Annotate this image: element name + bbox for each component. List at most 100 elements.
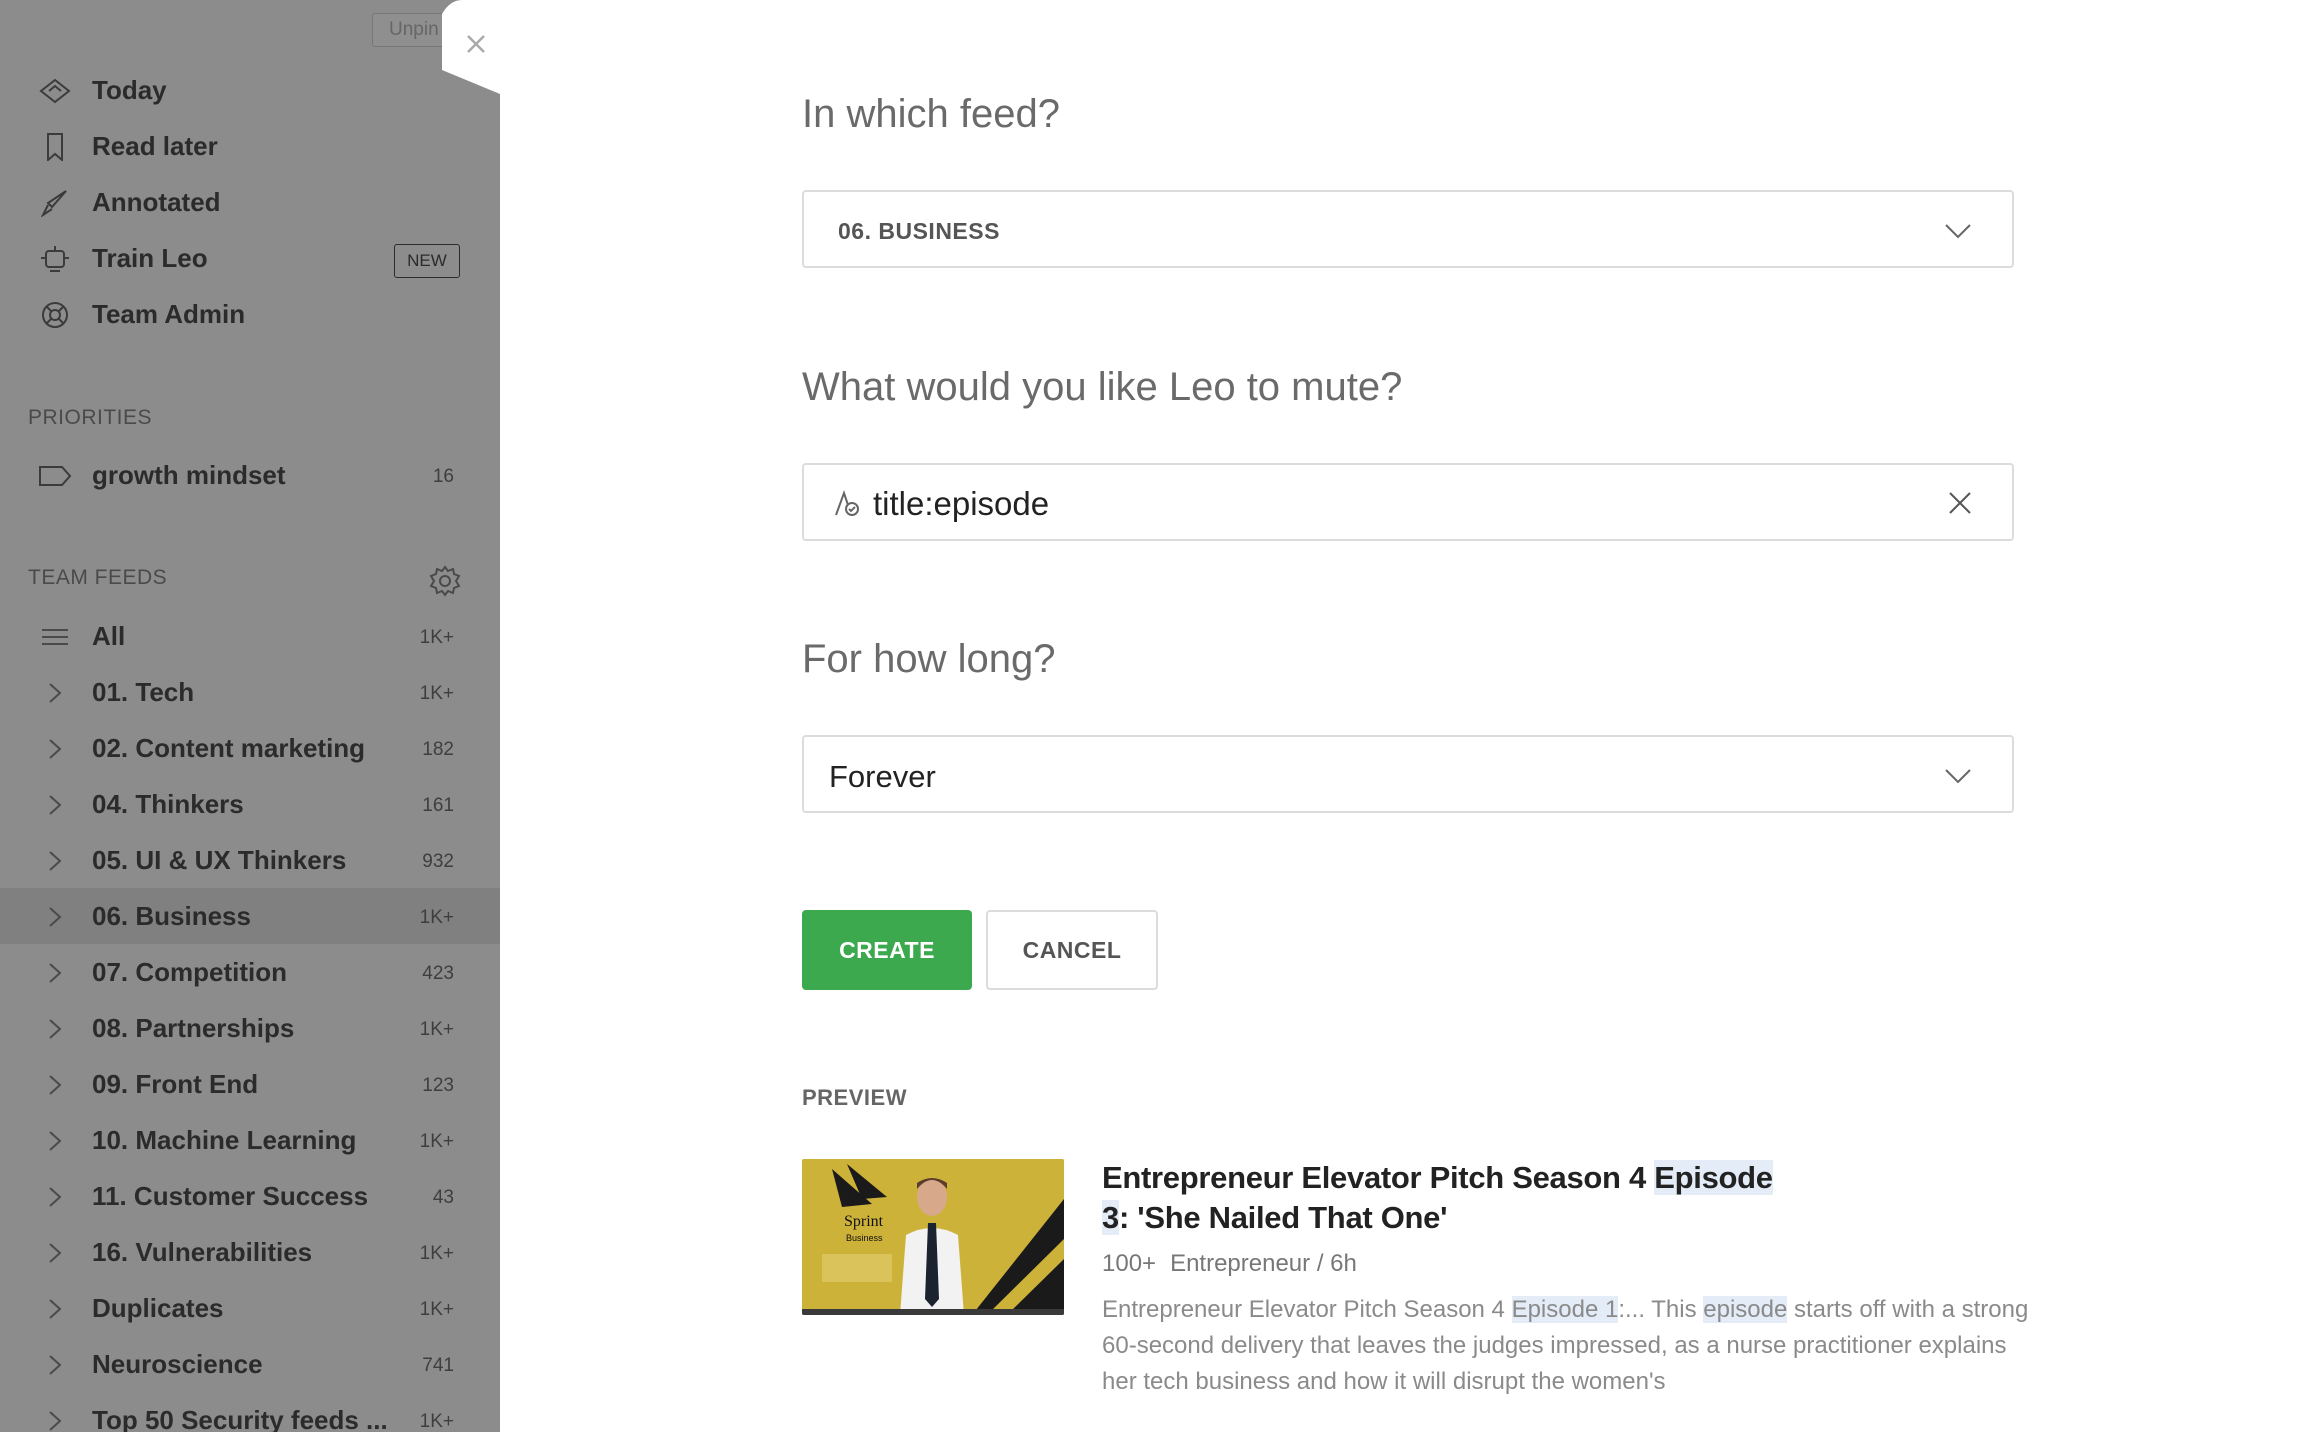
feed-item[interactable]: 16. Vulnerabilities 1K+ xyxy=(0,1224,500,1280)
feed-label: Duplicates xyxy=(92,1293,224,1323)
clear-icon[interactable] xyxy=(1948,491,1972,515)
snippet-highlight-2: episode xyxy=(1703,1296,1788,1323)
thumb-brand: Sprint xyxy=(844,1213,884,1230)
article-snippet: Entrepreneur Elevator Pitch Season 4 Epi… xyxy=(1102,1292,2032,1436)
feed-count: 932 xyxy=(422,851,454,872)
feed-label: 06. Business xyxy=(92,901,251,931)
lifebuoy-icon xyxy=(42,302,68,328)
article-thumbnail[interactable]: Sprint Business xyxy=(802,1159,1064,1315)
priority-item-growth-mindset[interactable]: growth mindset 16 xyxy=(0,447,500,503)
chevron-right-icon[interactable] xyxy=(48,850,62,872)
chevron-right-icon[interactable] xyxy=(48,906,62,928)
feed-count: 1K+ xyxy=(419,1299,454,1320)
feed-count: 1K+ xyxy=(419,1411,454,1432)
feed-label: 09. Front End xyxy=(92,1069,259,1099)
chevron-right-icon[interactable] xyxy=(48,1130,62,1152)
feed-item[interactable]: 06. Business 1K+ xyxy=(0,888,500,944)
feed-count: 1K+ xyxy=(419,1243,454,1264)
feed-item[interactable]: 05. UI & UX Thinkers 932 xyxy=(0,832,500,888)
feed-count: 182 xyxy=(422,739,454,760)
feed-item[interactable]: 11. Customer Success 43 xyxy=(0,1168,500,1224)
article-engagement-count: 100+ xyxy=(1102,1250,1157,1277)
nav-item-read-later[interactable]: Read later xyxy=(0,119,500,175)
feed-item[interactable]: 08. Partnerships 1K+ xyxy=(0,1000,500,1056)
title-text-1: Entrepreneur Elevator Pitch Season 4 xyxy=(1102,1160,1655,1195)
create-button[interactable]: CREATE xyxy=(802,910,972,990)
feed-item[interactable]: 02. Content marketing 182 xyxy=(0,720,500,776)
nav-label-read-later: Read later xyxy=(92,131,218,161)
chevron-right-icon[interactable] xyxy=(48,738,62,760)
feed-label: Neuroscience xyxy=(92,1349,263,1379)
chevron-right-icon[interactable] xyxy=(48,1018,62,1040)
feed-label: 05. UI & UX Thinkers xyxy=(92,845,347,875)
article-title[interactable]: Entrepreneur Elevator Pitch Season 4 Epi… xyxy=(1102,1158,1802,1238)
feed-question: In which feed? xyxy=(802,92,1060,136)
mute-rule-input[interactable]: title:episode xyxy=(802,463,2014,541)
feed-item[interactable]: Top 50 Security feeds ... 1K+ xyxy=(0,1392,500,1432)
cancel-button[interactable]: CANCEL xyxy=(986,910,1158,990)
feed-item[interactable]: 09. Front End 123 xyxy=(0,1056,500,1112)
feed-label: 04. Thinkers xyxy=(92,789,244,819)
title-highlight-2: 3 xyxy=(1102,1200,1119,1235)
feed-item[interactable]: Duplicates 1K+ xyxy=(0,1280,500,1336)
feed-count: 43 xyxy=(432,1187,454,1208)
chevron-down-icon xyxy=(1945,224,1971,239)
team-feeds-heading: TEAM FEEDS xyxy=(28,566,168,589)
nav-item-annotated[interactable]: Annotated xyxy=(0,175,500,231)
chevron-right-icon[interactable] xyxy=(48,1186,62,1208)
duration-select[interactable]: Forever xyxy=(802,735,2014,813)
title-highlight-1: Episode xyxy=(1654,1160,1773,1195)
chevron-right-icon[interactable] xyxy=(48,1074,62,1096)
nav-item-today[interactable]: Today xyxy=(0,63,500,119)
title-text-2: : 'She Nailed That One' xyxy=(1118,1200,1448,1235)
today-icon xyxy=(39,78,71,104)
feed-label: All xyxy=(92,621,126,651)
feed-count: 1K+ xyxy=(419,907,454,928)
feed-item[interactable]: 07. Competition 423 xyxy=(0,944,500,1000)
chevron-down-icon xyxy=(1945,769,1971,784)
article-source[interactable]: Entrepreneur / 6h xyxy=(1170,1250,1357,1277)
feed-count: 1K+ xyxy=(419,627,454,648)
chevron-right-icon[interactable] xyxy=(48,962,62,984)
highlighter-icon xyxy=(40,190,67,217)
feed-count: 1K+ xyxy=(419,683,454,704)
chevron-right-icon[interactable] xyxy=(48,794,62,816)
bookmark-icon xyxy=(47,133,63,161)
chevron-right-icon[interactable] xyxy=(48,1354,62,1376)
feed-count: 161 xyxy=(422,795,454,816)
feed-item[interactable]: 10. Machine Learning 1K+ xyxy=(0,1112,500,1168)
nav-label-train-leo: Train Leo xyxy=(92,243,208,273)
feed-item[interactable]: Neuroscience 741 xyxy=(0,1336,500,1392)
unpin-button[interactable]: Unpin xyxy=(372,13,452,47)
list-icon xyxy=(42,629,68,645)
feed-select[interactable]: 06. BUSINESS xyxy=(802,190,2014,268)
feed-count: 1K+ xyxy=(419,1131,454,1152)
snippet-text-2: :... This xyxy=(1618,1296,1704,1323)
feed-count: 123 xyxy=(422,1075,454,1096)
snippet-highlight-1: Episode 1 xyxy=(1511,1296,1619,1323)
nav-label-team-admin: Team Admin xyxy=(92,299,246,329)
feed-select-value: 06. BUSINESS xyxy=(838,218,1000,244)
gear-icon[interactable] xyxy=(428,564,462,598)
chevron-right-icon[interactable] xyxy=(48,1410,62,1432)
priority-label: growth mindset xyxy=(92,460,286,490)
priority-count: 16 xyxy=(432,466,454,487)
feed-label: 08. Partnerships xyxy=(92,1013,295,1043)
chevron-right-icon[interactable] xyxy=(48,682,62,704)
feed-item[interactable]: 01. Tech 1K+ xyxy=(0,664,500,720)
close-panel-button[interactable] xyxy=(442,0,500,94)
priorities-heading: PRIORITIES xyxy=(28,406,153,429)
chevron-right-icon[interactable] xyxy=(48,1242,62,1264)
nav-item-team-admin[interactable]: Team Admin xyxy=(0,287,500,343)
feed-label: 01. Tech xyxy=(92,677,195,707)
duration-question: For how long? xyxy=(802,637,1056,681)
nav-label-today: Today xyxy=(92,75,167,105)
snippet-text-1: Entrepreneur Elevator Pitch Season 4 xyxy=(1102,1296,1512,1323)
mute-rule-value: title:episode xyxy=(873,485,1050,522)
chevron-right-icon[interactable] xyxy=(48,1298,62,1320)
feed-item[interactable]: 04. Thinkers 161 xyxy=(0,776,500,832)
feed-count: 423 xyxy=(422,963,454,984)
feed-item-all[interactable]: All 1K+ xyxy=(0,608,500,664)
rule-icon xyxy=(835,489,859,516)
feed-count: 1K+ xyxy=(419,1019,454,1040)
